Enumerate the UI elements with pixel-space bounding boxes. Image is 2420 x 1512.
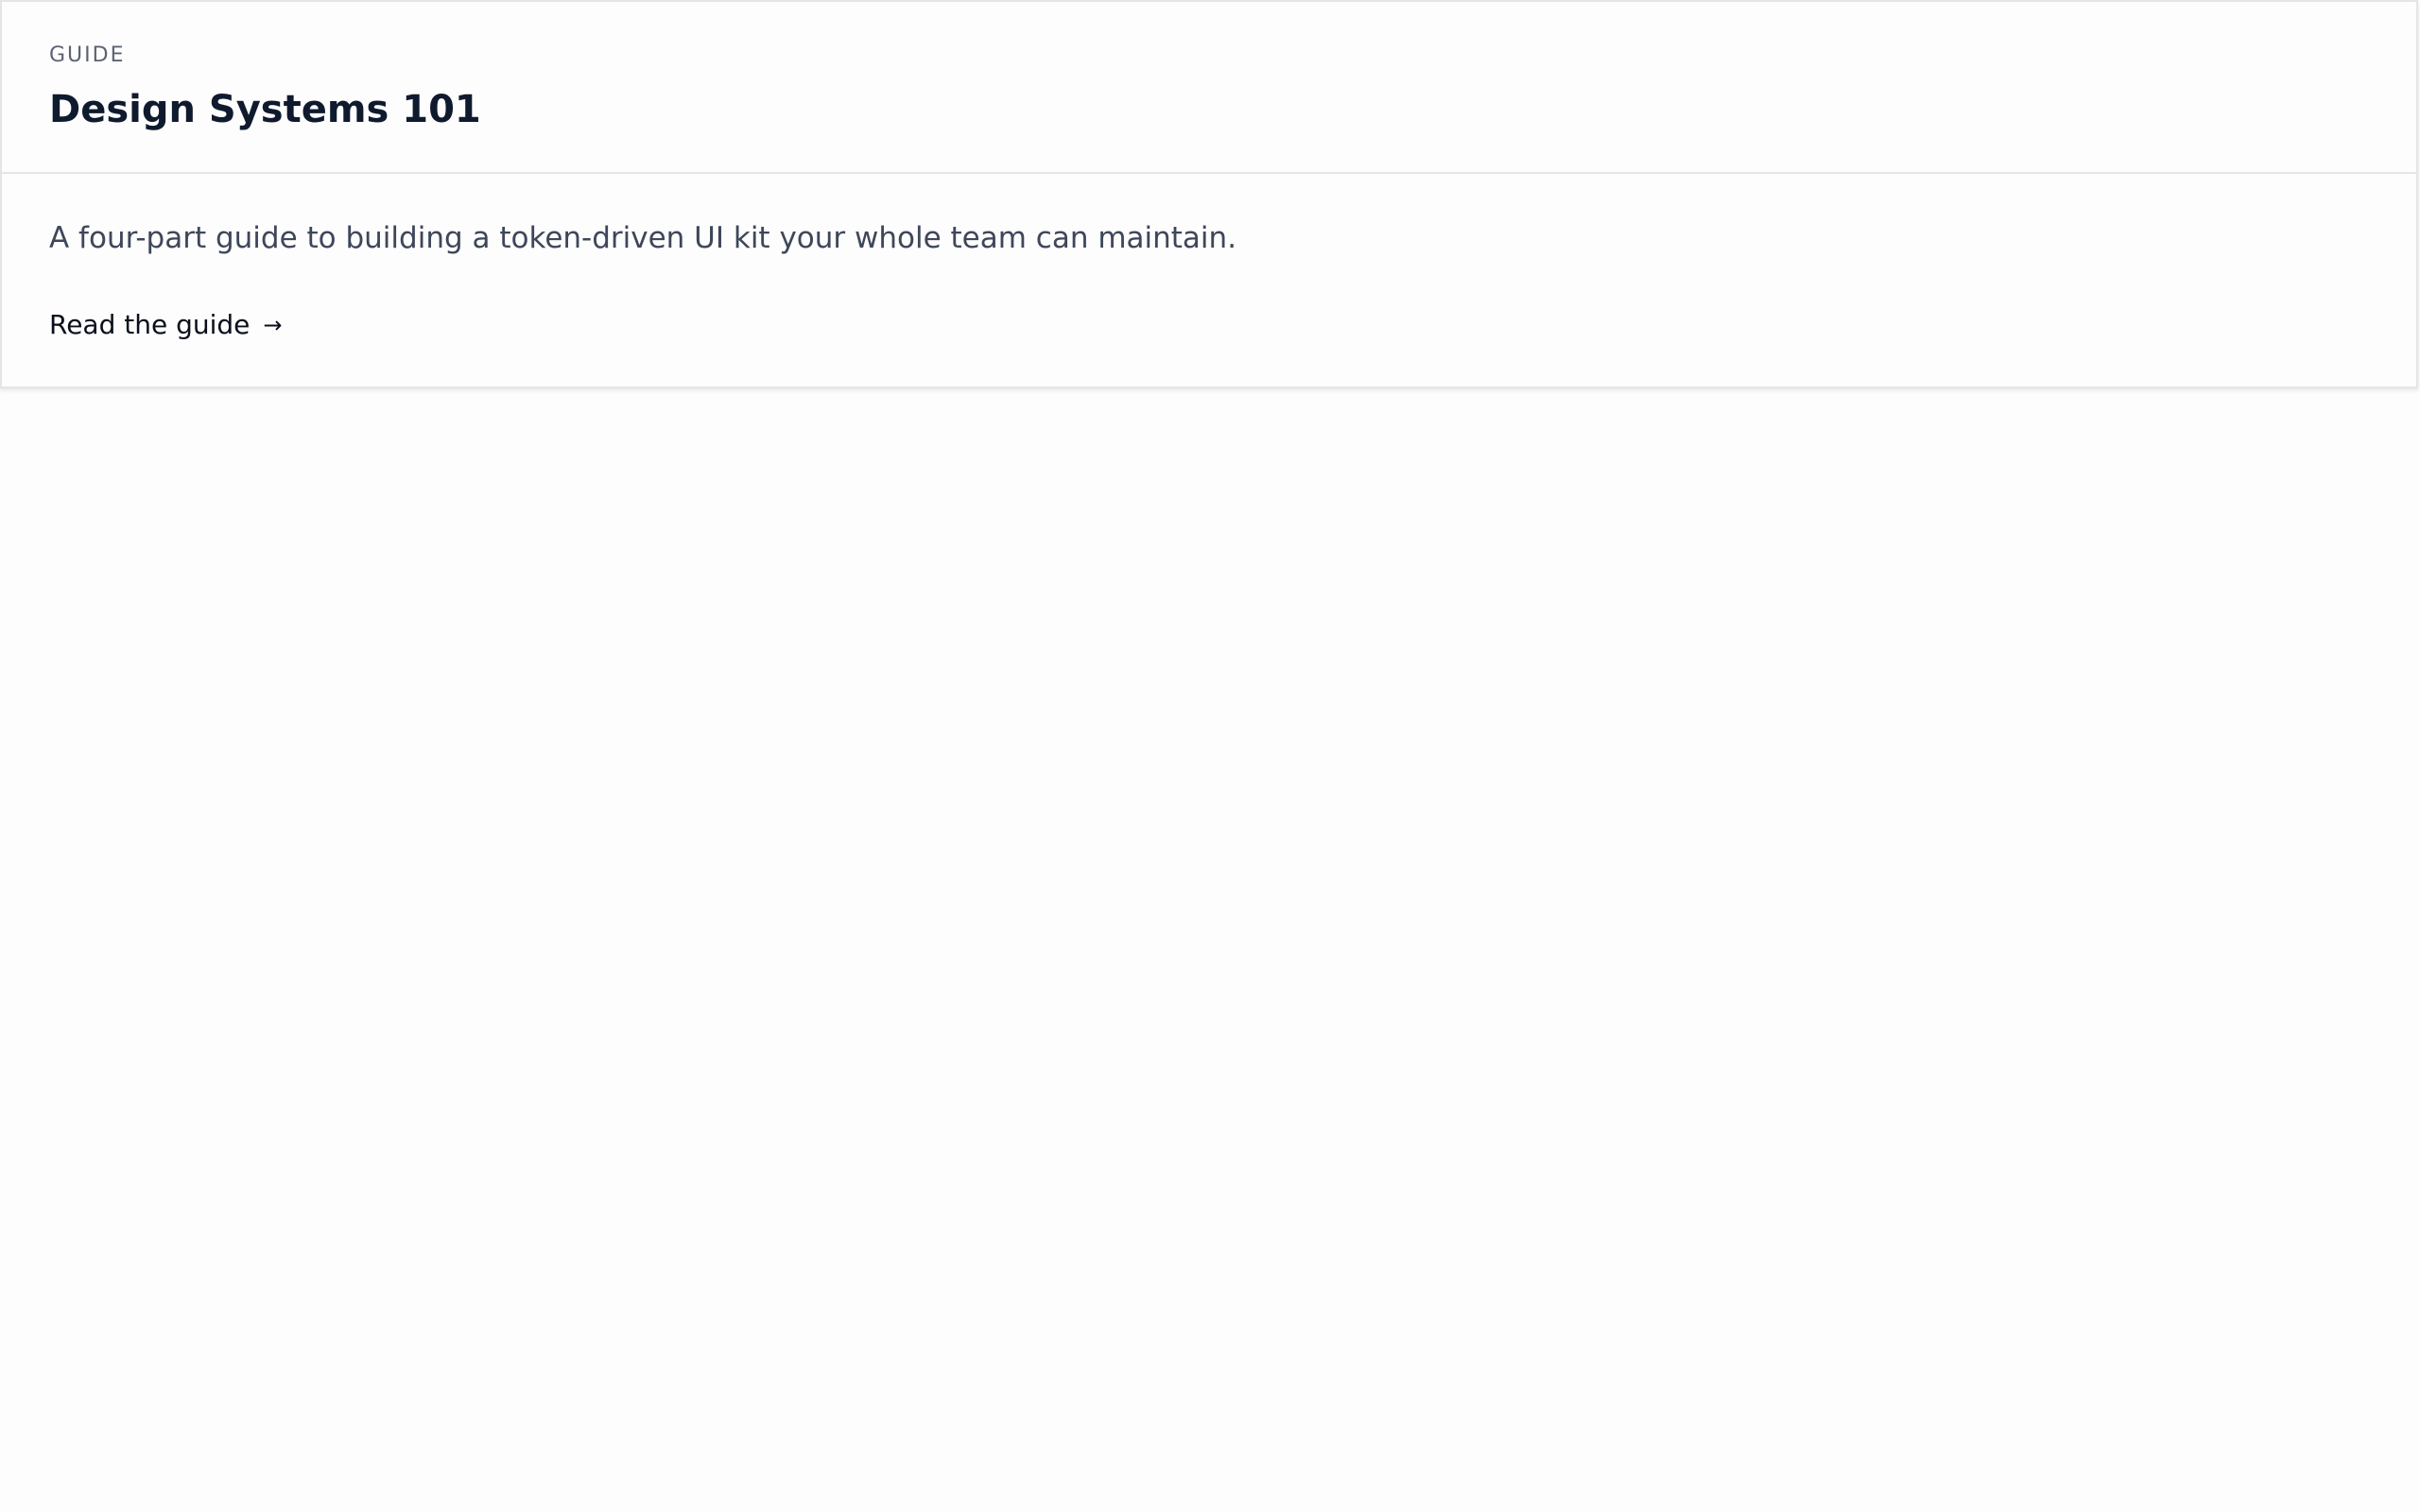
arrow-right-icon: → bbox=[263, 312, 283, 338]
card-eyebrow: GUIDE bbox=[49, 43, 126, 67]
read-guide-label: Read the guide bbox=[49, 309, 251, 340]
card-description: A four-part guide to building a token-dr… bbox=[49, 221, 1237, 255]
guide-card: GUIDE Design Systems 101 A four-part gui… bbox=[0, 0, 2418, 388]
card-header: GUIDE Design Systems 101 bbox=[2, 2, 2416, 174]
card-title: Design Systems 101 bbox=[49, 88, 481, 131]
read-guide-link[interactable]: Read the guide → bbox=[49, 306, 283, 344]
